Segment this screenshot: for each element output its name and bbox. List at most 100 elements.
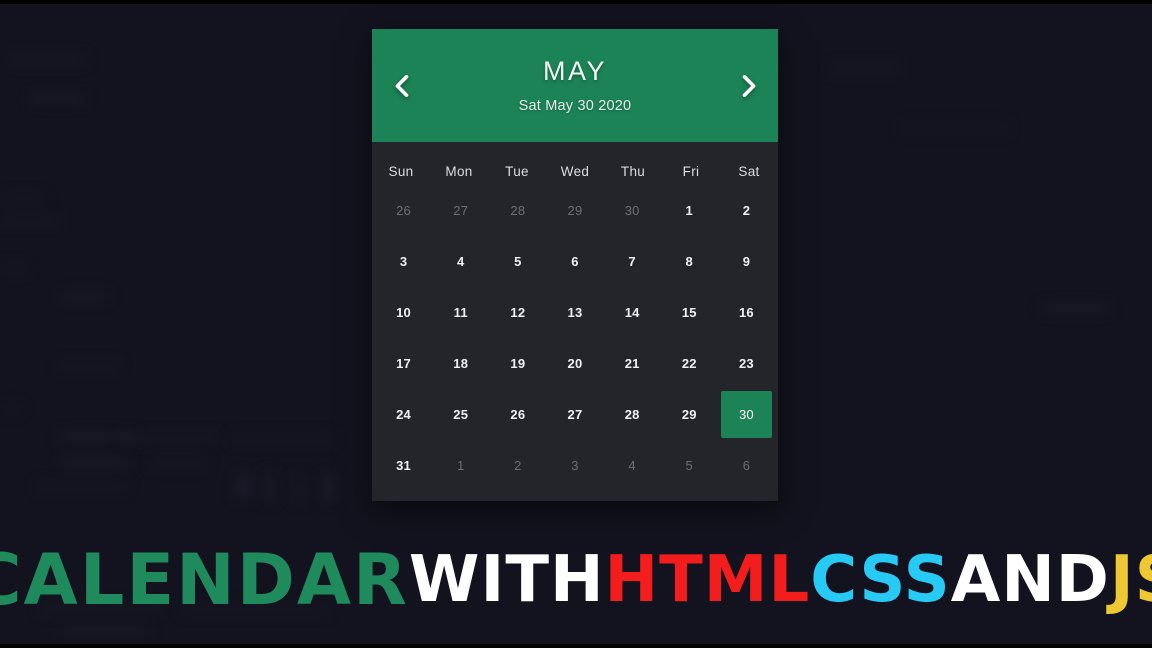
day-number: 28 [624,407,640,422]
day-cell[interactable]: 6 [546,236,603,287]
day-cell[interactable]: 22 [661,338,718,389]
day-number: 1 [456,458,465,473]
day-cell[interactable]: 23 [718,338,775,389]
letterbox-bar-top [0,0,1152,4]
day-cell[interactable]: 18 [432,338,489,389]
day-cell[interactable]: 13 [546,287,603,338]
day-cell[interactable]: 28 [604,389,661,440]
day-number: 22 [681,356,697,371]
day-cell[interactable]: 28 [489,185,546,236]
banner-word: CSS [810,543,951,617]
day-cell[interactable]: 4 [432,236,489,287]
prev-month-button[interactable] [384,69,418,103]
background-texture-shape [235,474,253,500]
background-texture-shape [58,362,120,371]
day-cell[interactable]: 20 [546,338,603,389]
day-number: 3 [399,254,408,269]
day-cell[interactable]: 24 [375,389,432,440]
weekday-label: Thu [620,164,646,179]
day-cell[interactable]: 14 [604,287,661,338]
banner-title: CALENDARWITHHTMLCSSANDJS [0,532,1152,628]
background-texture-shape [1040,304,1110,313]
banner-word: CALENDAR [0,539,409,621]
day-number: 25 [453,407,469,422]
day-number: 10 [396,305,411,320]
day-cell[interactable]: 29 [546,185,603,236]
day-number: 15 [681,305,697,320]
day-cell[interactable]: 30 [604,185,661,236]
day-cell[interactable]: 2 [489,440,546,491]
current-date-label: Sat May 30 2020 [518,97,632,114]
day-cell[interactable]: 1 [432,440,489,491]
day-number: 2 [742,203,751,218]
day-cell[interactable]: 31 [375,440,432,491]
weekday-label: Mon [445,164,473,179]
banner-word: AND [950,543,1110,617]
day-number: 24 [396,407,411,422]
calendar-header: MAY Sat May 30 2020 [372,29,778,142]
background-texture-shape [150,459,208,468]
day-cell[interactable]: 1 [661,185,718,236]
day-cell[interactable]: 19 [489,338,546,389]
day-cell[interactable]: 10 [375,287,432,338]
day-cell[interactable]: 17 [375,338,432,389]
letterbox-bar-bottom [0,644,1152,648]
chevron-right-icon [742,74,757,97]
day-cell[interactable]: 26 [489,389,546,440]
day-number: 28 [510,203,526,218]
day-cell[interactable]: 21 [604,338,661,389]
day-cell[interactable]: 25 [432,389,489,440]
background-texture-shape [0,264,28,274]
background-texture-shape [30,94,86,104]
day-cell[interactable]: 7 [604,236,661,287]
background-texture-shape [36,482,128,491]
background-texture-shape [262,472,276,502]
background-texture-shape [0,404,22,413]
background-texture-shape [0,194,46,204]
day-number: 29 [681,407,697,422]
weekday-label: Sun [388,164,414,179]
day-number: 13 [567,305,583,320]
day-cell[interactable]: 27 [432,185,489,236]
background-texture-shape [0,214,60,224]
day-cell[interactable]: 27 [546,389,603,440]
day-cell[interactable]: 29 [661,389,718,440]
day-number: 14 [624,305,640,320]
day-number: 27 [567,407,583,422]
day-number: 17 [396,356,411,371]
calendar-widget: MAY Sat May 30 2020 Sun Mon Tue Wed Thu Fri Sa… [372,29,778,501]
day-number: 19 [510,356,526,371]
day-cell[interactable]: 15 [661,287,718,338]
next-month-button[interactable] [732,69,766,103]
day-cell[interactable]: 5 [489,236,546,287]
day-cell-today[interactable]: 30 [718,389,775,440]
background-texture-shape [292,476,308,502]
day-cell[interactable]: 3 [546,440,603,491]
day-cell[interactable]: 26 [375,185,432,236]
day-cell[interactable]: 3 [375,236,432,287]
day-number: 21 [624,356,640,371]
day-number: 2 [514,458,522,473]
weekday-label: Tue [505,164,529,179]
day-cell[interactable]: 2 [718,185,775,236]
day-number: 26 [510,407,526,422]
background-texture-shape [830,64,900,74]
day-cell[interactable]: 8 [661,236,718,287]
banner-word: WITH [408,543,605,617]
day-number: 9 [742,254,751,269]
background-texture-shape [900,124,1010,133]
day-number: 16 [738,305,754,320]
day-cell[interactable]: 16 [718,287,775,338]
day-cell[interactable]: 5 [661,440,718,491]
day-cell[interactable]: 6 [718,440,775,491]
day-number: 29 [567,203,583,218]
day-number: 7 [628,254,636,269]
day-cell[interactable]: 11 [432,287,489,338]
background-texture-shape [60,459,130,468]
day-number: 20 [567,356,583,371]
weekday-label: Wed [560,164,590,179]
day-cell[interactable]: 9 [718,236,775,287]
weekday-header-row: Sun Mon Tue Wed Thu Fri Sat [372,142,778,185]
day-cell[interactable]: 4 [604,440,661,491]
day-cell[interactable]: 12 [489,287,546,338]
